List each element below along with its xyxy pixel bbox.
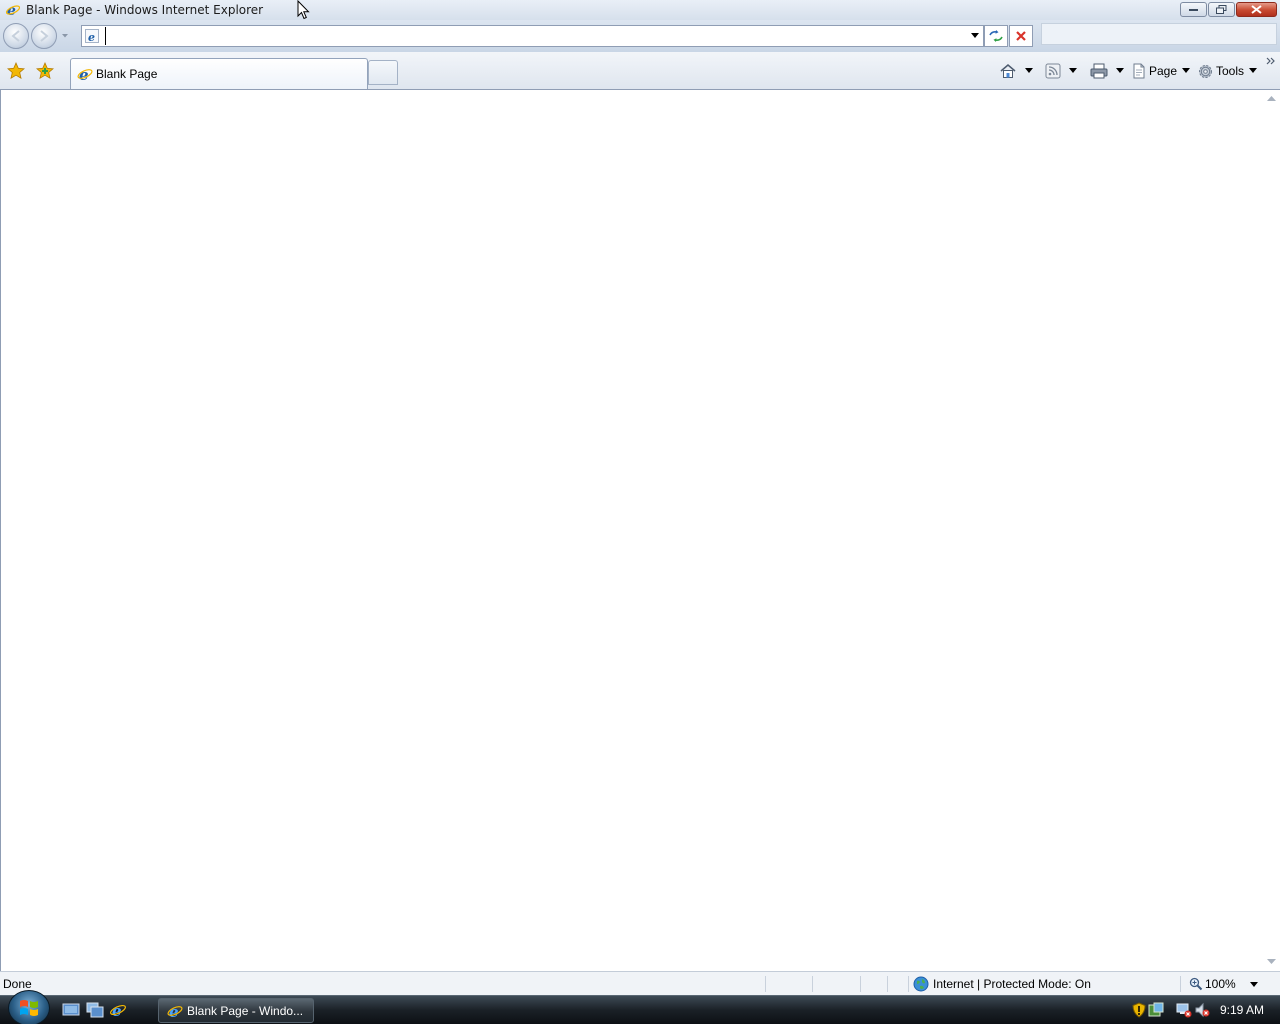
back-arrow-icon (11, 30, 20, 42)
stop-icon (1016, 31, 1026, 41)
status-divider (860, 976, 861, 992)
gear-icon (1199, 64, 1212, 78)
zoom-magnifier-icon (1189, 977, 1203, 991)
globe-icon (913, 976, 929, 992)
security-shield-icon[interactable] (1131, 1002, 1147, 1018)
ie-logo-icon: e (5, 2, 21, 18)
search-input[interactable] (1042, 24, 1276, 44)
windows-update-icon[interactable] (1148, 1002, 1164, 1018)
restore-button[interactable] (1208, 2, 1235, 17)
tools-chevron-down-icon (1249, 68, 1258, 73)
window-controls (1179, 2, 1277, 17)
home-icon (1000, 64, 1016, 78)
address-input[interactable] (105, 27, 965, 45)
zoom-control[interactable]: 100% (1189, 975, 1236, 993)
scroll-down-arrow-icon[interactable] (1267, 959, 1276, 965)
refresh-icon (989, 30, 1003, 42)
zoom-level: 100% (1205, 977, 1236, 991)
feeds-chevron-down-icon[interactable] (1069, 68, 1077, 74)
volume-muted-icon[interactable] (1194, 1002, 1210, 1018)
status-divider (812, 976, 813, 992)
page-menu-label: Page (1149, 64, 1178, 78)
home-chevron-down-icon[interactable] (1025, 68, 1033, 74)
minimize-icon (1188, 8, 1198, 11)
tools-menu[interactable]: Tools (1197, 61, 1258, 81)
scroll-up-arrow-icon[interactable] (1267, 96, 1276, 102)
page-menu[interactable]: Page (1131, 61, 1191, 81)
tab-blank-page[interactable]: e Blank Page (70, 58, 368, 89)
svg-text:e: e (169, 1003, 179, 1019)
back-button[interactable] (3, 23, 29, 49)
status-divider (1180, 976, 1181, 992)
page-content[interactable] (0, 90, 1280, 971)
restore-icon (1216, 5, 1227, 14)
status-divider (908, 976, 909, 992)
ie-logo-icon: e (167, 1003, 183, 1019)
status-divider (887, 976, 888, 992)
home-command[interactable] (999, 61, 1033, 81)
new-tab-button[interactable] (368, 60, 398, 85)
mouse-cursor-icon (297, 0, 310, 20)
taskbar-clock[interactable]: 9:19 AM (1220, 1003, 1264, 1017)
security-zone-label: Internet | Protected Mode: On (933, 977, 1091, 991)
svg-text:e: e (88, 31, 95, 42)
printer-icon (1090, 63, 1108, 79)
page-icon (1133, 63, 1145, 79)
vertical-scrollbar[interactable] (1263, 90, 1280, 971)
tools-menu-label: Tools (1216, 64, 1245, 78)
ie-logo-icon: e (77, 66, 93, 82)
page-icon: e (85, 29, 99, 43)
forward-button[interactable] (31, 23, 57, 49)
status-divider (765, 976, 766, 992)
add-to-favorites-icon[interactable] (36, 62, 56, 80)
network-disconnected-icon[interactable] (1176, 1002, 1192, 1018)
address-bar[interactable]: e (81, 25, 984, 47)
zoom-chevron-down-icon[interactable] (1250, 982, 1258, 988)
status-text: Done (3, 977, 32, 991)
svg-text:e: e (7, 3, 16, 17)
navigation-bar: e (0, 20, 1280, 52)
tab-label: Blank Page (96, 67, 158, 81)
page-chevron-down-icon (1182, 68, 1191, 73)
close-icon (1251, 5, 1262, 14)
status-bar: Done Internet | Protected Mode: On 100% (0, 971, 1280, 995)
svg-text:e: e (79, 66, 89, 82)
feeds-command[interactable] (1045, 61, 1077, 81)
refresh-button[interactable] (984, 25, 1008, 47)
favorites-center-star-icon[interactable] (7, 62, 25, 80)
taskbar: e e Blank Page - Windo... 9:19 AM (0, 990, 1280, 1024)
ie-quick-launch-icon[interactable]: e (109, 1002, 127, 1018)
start-button[interactable] (8, 990, 50, 1024)
toolbar-overflow-chevron-icon[interactable] (1266, 56, 1276, 66)
address-history-chevron-down-icon[interactable] (971, 33, 979, 39)
switch-windows-icon[interactable] (86, 1002, 104, 1018)
recent-pages-chevron-down-icon[interactable] (61, 33, 69, 39)
title-bar[interactable]: e Blank Page - Windows Internet Explorer (0, 0, 1280, 20)
taskbar-item-label: Blank Page - Windo... (187, 1003, 304, 1018)
svg-text:e: e (112, 1002, 122, 1018)
show-desktop-icon[interactable] (62, 1002, 80, 1018)
taskbar-item-internet-explorer[interactable]: e Blank Page - Windo... (158, 998, 314, 1023)
search-box[interactable] (1041, 23, 1277, 45)
windows-logo-icon (20, 1000, 38, 1016)
close-button[interactable] (1236, 2, 1277, 17)
window-title: Blank Page - Windows Internet Explorer (26, 3, 264, 17)
stop-button[interactable] (1009, 25, 1033, 47)
print-chevron-down-icon[interactable] (1116, 68, 1124, 74)
minimize-button[interactable] (1180, 2, 1207, 17)
forward-arrow-icon (40, 30, 49, 42)
tab-bar: e Blank Page Page Tools (0, 52, 1280, 90)
print-command[interactable] (1090, 61, 1124, 81)
rss-feed-icon (1045, 63, 1061, 79)
security-zone[interactable]: Internet | Protected Mode: On (913, 975, 1091, 993)
